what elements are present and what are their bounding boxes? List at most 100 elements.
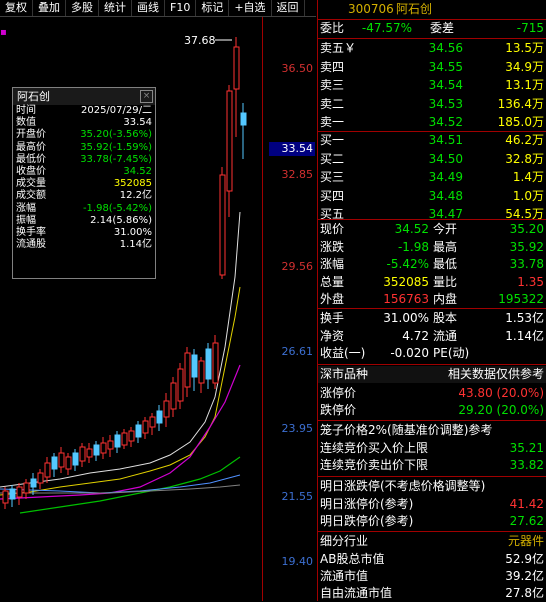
cap-label: 流通市值 bbox=[320, 569, 369, 583]
info-row: 最高价 35.92(-1.59%) bbox=[13, 142, 155, 154]
candle-body bbox=[156, 410, 163, 424]
info-label: 成交额 bbox=[16, 190, 46, 202]
industry-label: 细分行业 bbox=[320, 534, 369, 548]
stat-label: 换手 bbox=[320, 311, 345, 325]
info-label: 数值 bbox=[16, 117, 36, 129]
buy-label: 买二 bbox=[320, 151, 345, 166]
stat-label: 今开 bbox=[433, 222, 458, 236]
industry-row: 细分行业 元器件 bbox=[318, 533, 546, 550]
toolbar-button-8[interactable]: 返回 bbox=[272, 0, 305, 16]
stat-label: 净资 bbox=[320, 328, 345, 343]
cap-row: 流通市值 39.2亿 bbox=[318, 568, 546, 585]
price-axis: 36.50 32.85 29.56 26.61 23.95 21.55 19.40 bbox=[262, 17, 317, 601]
info-rows: 时间 2025/07/29/二 数值 33.54 开盘价 35.20(-3.56%) 最高价… bbox=[13, 105, 155, 251]
info-label: 收盘价 bbox=[16, 165, 46, 177]
candle-body bbox=[30, 478, 37, 488]
cap-value: 52.9亿 bbox=[505, 552, 544, 566]
sell-price: 34.55 bbox=[428, 59, 463, 74]
toolbar-button-6[interactable]: 标记 bbox=[196, 0, 230, 16]
buy-row-3: 买三 34.49 1.4万 bbox=[318, 169, 546, 186]
price-tick: 21.55 bbox=[281, 490, 314, 503]
info-label: 最高价 bbox=[16, 141, 46, 153]
candle-body bbox=[149, 416, 156, 428]
info-row: 收盘价 34.52 bbox=[13, 166, 155, 178]
buy-price: 34.50 bbox=[428, 151, 463, 166]
info-row: 振幅 2.14(5.86%) bbox=[13, 215, 155, 227]
buy-row-4: 买四 34.48 1.0万 bbox=[318, 188, 546, 205]
stat-row: 现价 34.52 今开 35.20 bbox=[318, 221, 546, 238]
tomorrow-up-value: 41.42 bbox=[509, 497, 544, 511]
limit-down-label: 跌停价 bbox=[320, 403, 357, 417]
stock-header: 300706 阿石创 bbox=[318, 1, 546, 18]
stat-label: 外盘 bbox=[320, 292, 345, 307]
limit-up-value: 43.80 (20.0%) bbox=[458, 386, 544, 400]
sell-row-4: 卖四 34.55 34.9万 bbox=[318, 59, 546, 76]
sell-label: 卖三 bbox=[320, 78, 345, 92]
toolbar-button-0[interactable]: 复权 bbox=[0, 0, 33, 16]
close-icon[interactable]: × bbox=[140, 90, 153, 103]
candle-body bbox=[135, 424, 142, 438]
industry-value: 元器件 bbox=[507, 534, 544, 548]
magenta-dot: ▪ bbox=[0, 27, 7, 38]
stat2-row: 收益(一) -0.020 PE(动) bbox=[318, 345, 546, 362]
info-value: 352085 bbox=[113, 178, 152, 190]
sell-volume: 136.4万 bbox=[497, 96, 544, 111]
candle-body bbox=[170, 382, 177, 410]
info-popup[interactable]: 阿石创 × 时间 2025/07/29/二 数值 33.54 开盘价 35.20(-3.5… bbox=[12, 87, 156, 279]
toolbar-button-3[interactable]: 统计 bbox=[99, 0, 132, 16]
buy-row-1: 买一 34.51 46.2万 bbox=[318, 132, 546, 149]
candle-body bbox=[44, 462, 51, 478]
stat-label: 总量 bbox=[320, 274, 345, 289]
quote-panel: 300706 阿石创 委比 -47.57% 委差 -715 卖五￥ 34.56 13.5万 卖四 3… bbox=[317, 0, 546, 601]
stat-value: 35.92 bbox=[509, 239, 544, 254]
buy-row-2: 买二 34.50 32.8万 bbox=[318, 151, 546, 168]
high-marker-label: 37.68 bbox=[184, 34, 216, 47]
candle-body bbox=[163, 400, 170, 418]
cage-buy-row: 连续竞价买入价上限 35.21 bbox=[318, 440, 546, 457]
stat-label: 收益(一) bbox=[320, 346, 366, 361]
candle-body bbox=[51, 456, 58, 470]
info-popup-title: 阿石创 bbox=[13, 88, 155, 105]
price-tick: 19.40 bbox=[281, 555, 314, 568]
limit-up-label: 涨停价 bbox=[320, 386, 357, 400]
stat-row: 总量 352085 量比 1.35 bbox=[318, 274, 546, 291]
candle-body bbox=[9, 488, 16, 500]
price-tick: 36.50 bbox=[281, 62, 314, 75]
cage-sell-row: 连续竞价卖出价下限 33.82 bbox=[318, 457, 546, 474]
stat-row: 涨跌 -1.98 最高 35.92 bbox=[318, 239, 546, 256]
toolbar-button-2[interactable]: 多股 bbox=[66, 0, 99, 16]
sell-row-1: 卖一 34.52 185.0万 bbox=[318, 114, 546, 131]
toolbar-button-1[interactable]: 叠加 bbox=[33, 0, 66, 16]
price-tick: 23.95 bbox=[281, 422, 314, 435]
stat-label: 现价 bbox=[320, 222, 345, 236]
info-value: 31.00% bbox=[113, 226, 152, 238]
stat-label: 量比 bbox=[433, 274, 458, 289]
buy-volume: 1.0万 bbox=[512, 188, 544, 203]
cap-row: 自由流通市值 27.8亿 bbox=[318, 585, 546, 602]
stat-label: 流通 bbox=[433, 328, 458, 343]
cage-buy-label: 连续竞价买入价上限 bbox=[320, 441, 429, 455]
tomorrow-title: 明日涨跌停(不考虑价格调整等) bbox=[320, 479, 486, 493]
sell-volume: 13.1万 bbox=[505, 78, 544, 92]
stat2-row: 换手 31.00% 股本 1.53亿 bbox=[318, 310, 546, 327]
info-value: 33.78(-7.45%) bbox=[80, 153, 152, 165]
price-tick: 32.85 bbox=[281, 168, 314, 181]
toolbar-button-4[interactable]: 画线 bbox=[132, 0, 165, 16]
toolbar-button-7[interactable]: +自选 bbox=[229, 0, 272, 16]
candle-body bbox=[205, 348, 212, 380]
info-value: 12.2亿 bbox=[119, 190, 152, 202]
info-row: 成交量 352085 bbox=[13, 178, 155, 190]
candle-body bbox=[72, 452, 79, 466]
sell-row-5: 卖五￥ 34.56 13.5万 bbox=[318, 40, 546, 57]
buy-label: 买四 bbox=[320, 188, 345, 203]
stock-name: 阿石创 bbox=[396, 2, 433, 16]
info-value: -1.98(-5.42%) bbox=[82, 202, 152, 214]
info-label: 涨幅 bbox=[16, 202, 36, 214]
buy-label: 买三 bbox=[320, 170, 345, 184]
stat-value: 195322 bbox=[498, 292, 544, 307]
stat-value: 34.52 bbox=[394, 222, 429, 236]
toolbar-button-5[interactable]: F10 bbox=[165, 0, 197, 16]
sell-price: 34.53 bbox=[428, 96, 463, 111]
tomorrow-down-label: 明日跌停价(参考) bbox=[320, 514, 414, 528]
market-row: 深市品种 相关数据仅供参考 bbox=[318, 366, 546, 383]
